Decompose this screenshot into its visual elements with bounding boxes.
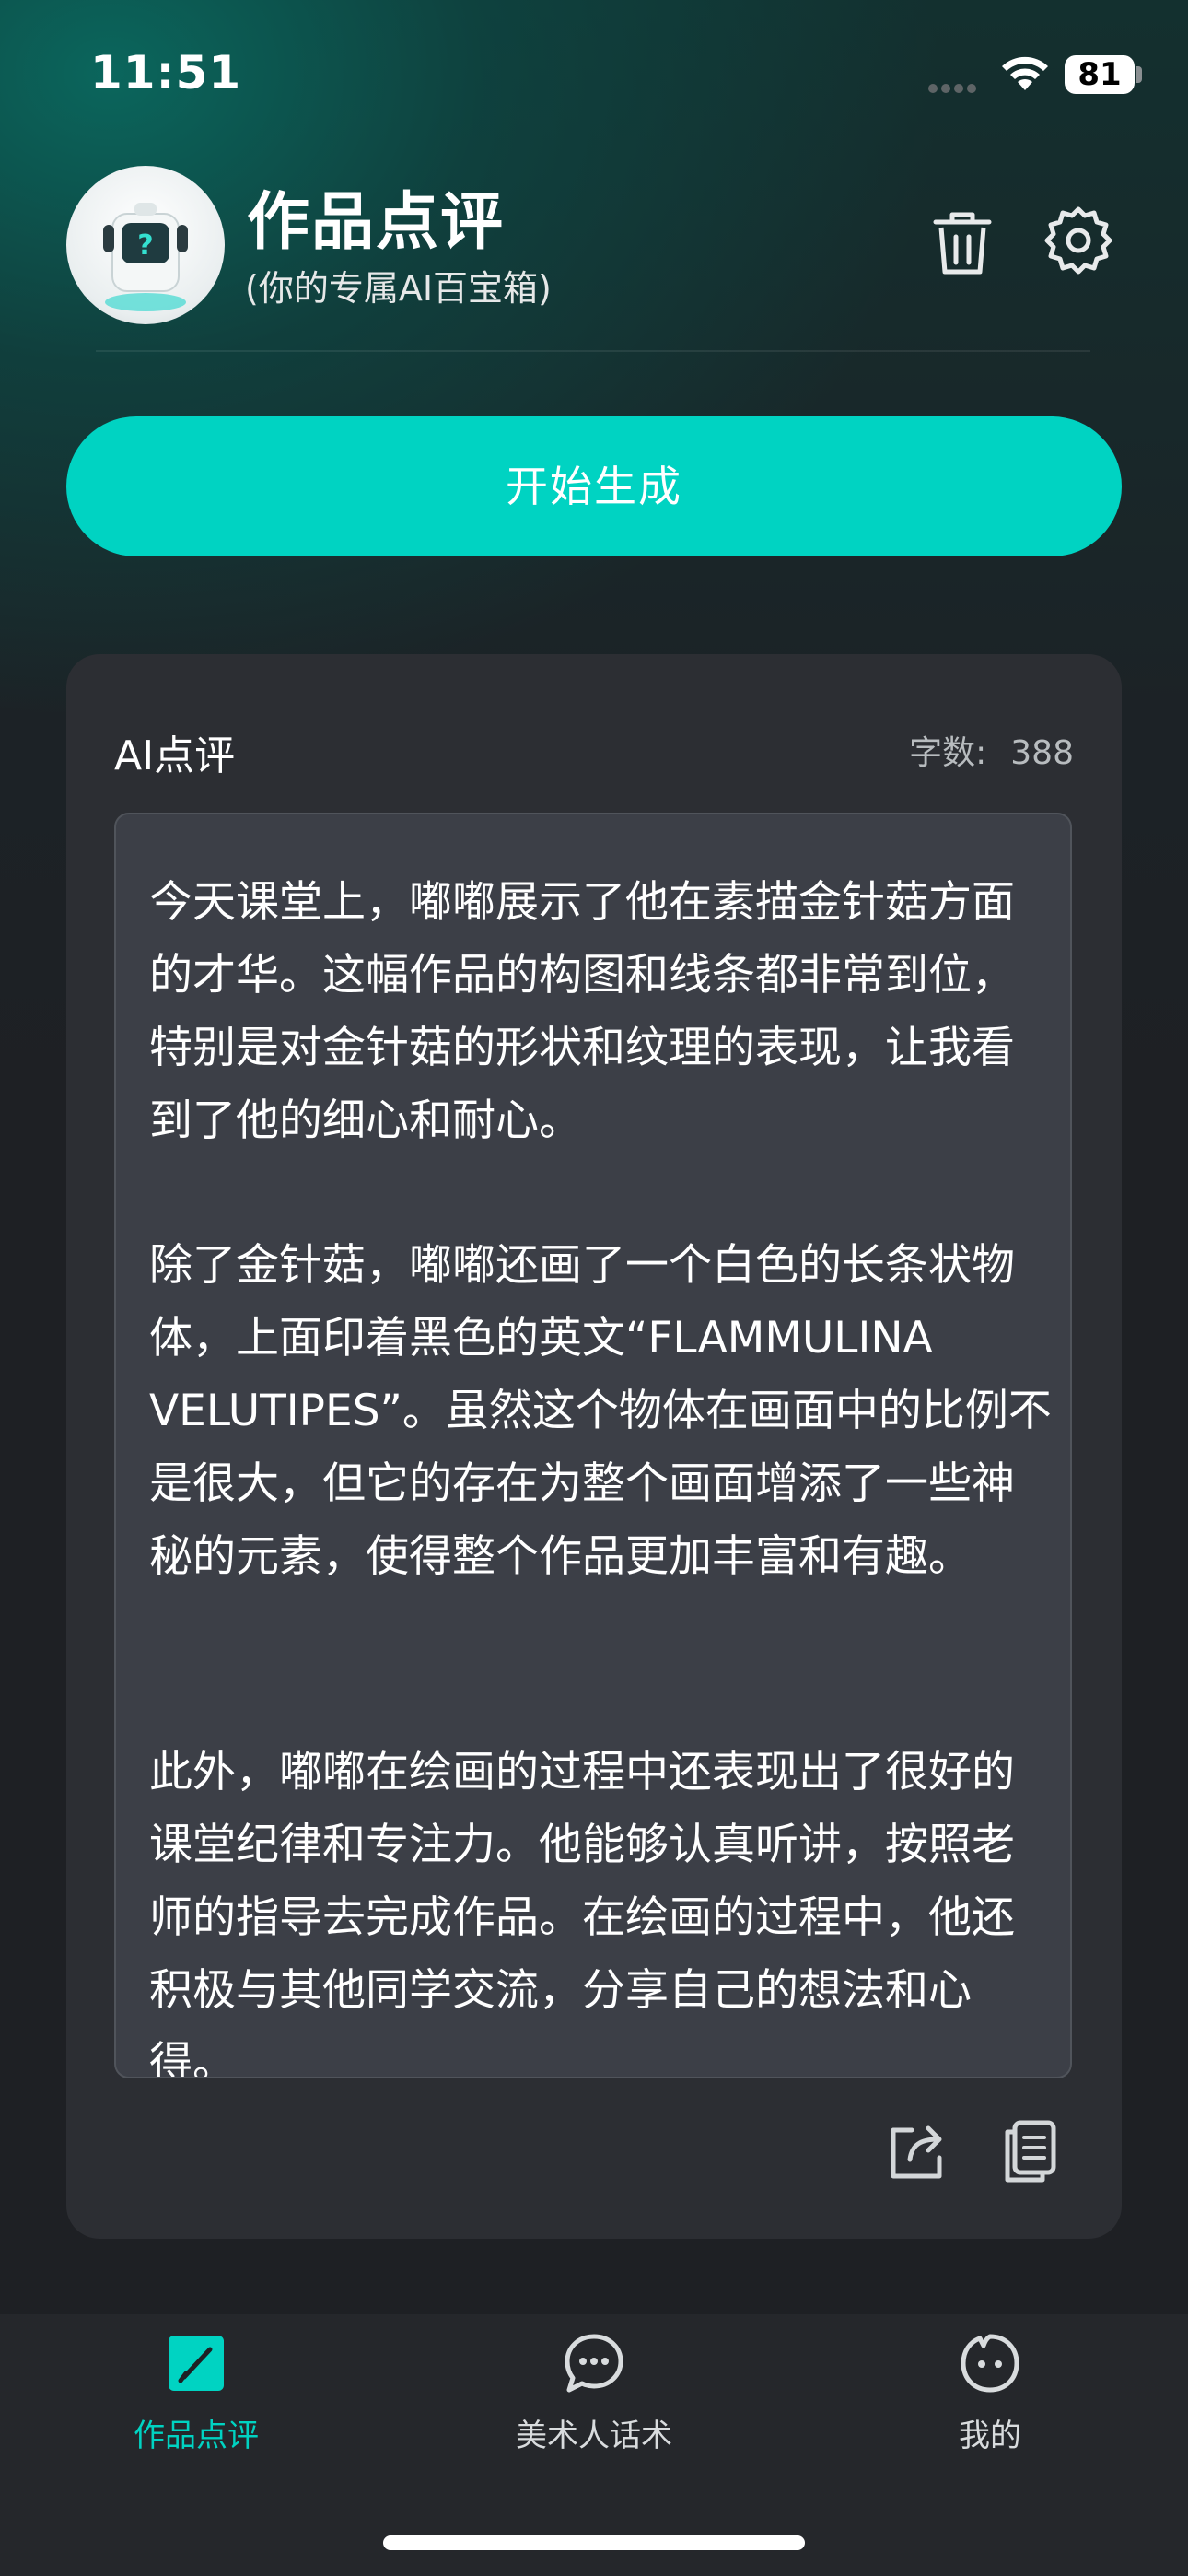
battery-tip — [1136, 66, 1142, 83]
page-title: 作品点评 — [247, 186, 506, 259]
share-icon[interactable] — [884, 2119, 949, 2184]
copy-icon[interactable] — [1002, 2119, 1057, 2184]
page-subtitle: (你的专属AI百宝箱) — [245, 268, 552, 309]
word-count: 字数: 388 — [909, 726, 1074, 774]
signal-dots-icon — [928, 79, 984, 93]
header-divider — [96, 350, 1090, 352]
edit-square-icon — [169, 2336, 224, 2391]
card-title: AI点评 — [114, 732, 236, 779]
tab-review[interactable]: 作品点评 — [58, 2331, 334, 2455]
gear-icon[interactable] — [1042, 205, 1114, 276]
tab-art-talk[interactable]: 美术人话术 — [456, 2331, 732, 2455]
svg-text:?: ? — [137, 229, 153, 262]
status-time: 11:51 — [90, 46, 242, 100]
tab-label-review: 作品点评 — [134, 2418, 259, 2454]
tab-label-mine: 我的 — [959, 2418, 1021, 2454]
home-indicator — [383, 2535, 805, 2550]
word-count-label: 字数: — [909, 734, 987, 772]
wifi-icon — [1002, 56, 1048, 90]
robot-avatar: ? — [66, 166, 225, 324]
review-paragraph-1: 今天课堂上，嘟嘟展示了他在素描金针菇方面的才华。这幅作品的构图和线条都非常到位，… — [149, 877, 1015, 1146]
battery-level: 81 — [1065, 55, 1135, 94]
trash-icon[interactable] — [930, 207, 995, 277]
start-generate-button[interactable]: 开始生成 — [66, 416, 1122, 556]
face-icon — [961, 2334, 1019, 2393]
review-paragraph-3: 此外，嘟嘟在绘画的过程中还表现出了很好的课堂纪律和专注力。他能够认真听讲，按照老… — [149, 1747, 1015, 2078]
chat-bubble-icon — [565, 2334, 623, 2393]
tab-label-art-talk: 美术人话术 — [516, 2418, 672, 2454]
tab-mine[interactable]: 我的 — [852, 2331, 1128, 2455]
robot-icon: ? — [103, 203, 188, 311]
word-count-value: 388 — [1010, 734, 1074, 772]
review-textarea[interactable]: 今天课堂上，嘟嘟展示了他在素描金针菇方面的才华。这幅作品的构图和线条都非常到位，… — [114, 813, 1072, 2078]
review-paragraph-2: 除了金针菇，嘟嘟还画了一个白色的长条状物体，上面印着黑色的英文“FLAMMULI… — [149, 1240, 1052, 1582]
